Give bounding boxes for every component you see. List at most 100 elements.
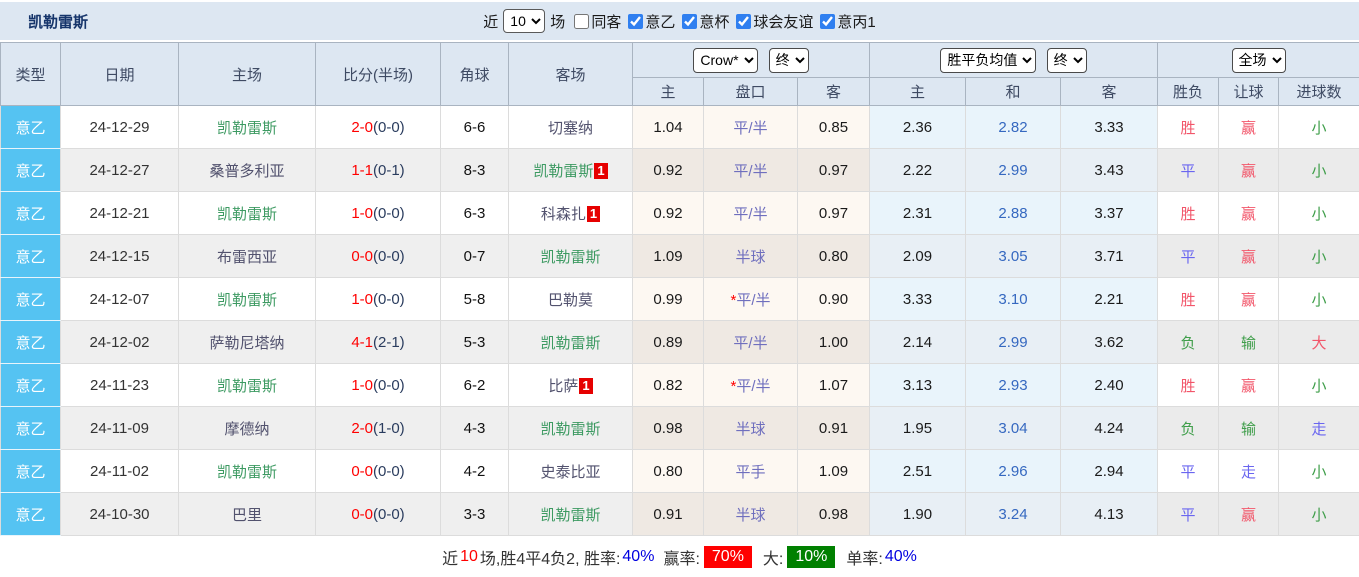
handicap-result-cell: 输 xyxy=(1219,321,1279,364)
result-cell: 平 xyxy=(1158,450,1219,493)
table-row: 意乙24-11-09摩德纳2-0(1-0)4-3凯勒雷斯0.98半球0.911.… xyxy=(1,407,1359,450)
home-team-name[interactable]: 桑普多利亚 xyxy=(209,163,284,180)
away-team-name[interactable]: 科森扎 xyxy=(541,206,586,223)
col-header-odds-away: 客 xyxy=(798,78,870,106)
home-team-cell[interactable]: 布雷西亚 xyxy=(179,235,316,278)
home-team-cell[interactable]: 凯勒雷斯 xyxy=(179,106,316,149)
away-team-cell[interactable]: 凯勒雷斯 xyxy=(509,321,633,364)
away-team-name[interactable]: 巴勒莫 xyxy=(548,292,593,309)
away-team-cell[interactable]: 史泰比亚 xyxy=(509,450,633,493)
home-team-name[interactable]: 凯勒雷斯 xyxy=(217,120,277,137)
home-team-cell[interactable]: 凯勒雷斯 xyxy=(179,364,316,407)
avg-time-select[interactable]: 终 xyxy=(1047,48,1087,73)
away-team-name[interactable]: 凯勒雷斯 xyxy=(540,335,600,352)
goals-result-cell: 小 xyxy=(1279,364,1359,407)
odds-home-cell: 0.80 xyxy=(633,450,704,493)
handicap-result-cell: 走 xyxy=(1219,450,1279,493)
handicap-result-cell: 赢 xyxy=(1219,278,1279,321)
league-filter-checkbox[interactable] xyxy=(682,14,697,29)
date-cell: 24-12-29 xyxy=(61,106,179,149)
odds-company-select[interactable]: Crow* xyxy=(693,48,758,73)
away-team-name[interactable]: 凯勒雷斯 xyxy=(540,421,600,438)
avg-draw-cell: 2.88 xyxy=(966,192,1061,235)
home-team-name[interactable]: 凯勒雷斯 xyxy=(217,292,277,309)
home-team-cell[interactable]: 巴里 xyxy=(179,493,316,536)
handicap-cell: *平/半 xyxy=(704,278,798,321)
avg-home-cell: 1.95 xyxy=(870,407,966,450)
league-filter-checkbox[interactable] xyxy=(820,14,835,29)
home-team-cell[interactable]: 萨勒尼塔纳 xyxy=(179,321,316,364)
avg-draw-cell: 2.99 xyxy=(966,321,1061,364)
score-cell: 4-1(2-1) xyxy=(316,321,441,364)
league-filter-checkbox[interactable] xyxy=(736,14,751,29)
fulltime-score: 0-0 xyxy=(351,463,373,480)
away-team-cell[interactable]: 巴勒莫 xyxy=(509,278,633,321)
away-team-name[interactable]: 凯勒雷斯 xyxy=(533,163,593,180)
home-team-cell[interactable]: 凯勒雷斯 xyxy=(179,192,316,235)
halftime-score: (0-0) xyxy=(373,205,405,222)
home-team-name[interactable]: 巴里 xyxy=(232,507,262,524)
home-team-name[interactable]: 萨勒尼塔纳 xyxy=(209,335,284,352)
home-team-cell[interactable]: 凯勒雷斯 xyxy=(179,278,316,321)
col-header-away: 客场 xyxy=(509,43,633,106)
league-filter-checkbox[interactable] xyxy=(628,14,643,29)
summary-prefix: 近 xyxy=(442,545,458,569)
away-team-name[interactable]: 凯勒雷斯 xyxy=(540,249,600,266)
away-team-cell[interactable]: 凯勒雷斯 xyxy=(509,235,633,278)
away-team-cell[interactable]: 比萨1 xyxy=(509,364,633,407)
handicap-value: 平/半 xyxy=(733,163,767,180)
avg-type-select[interactable]: 胜平负均值 xyxy=(940,48,1036,73)
score-cell: 0-0(0-0) xyxy=(316,235,441,278)
fulltime-score: 2-0 xyxy=(351,119,373,136)
away-team-name[interactable]: 比萨 xyxy=(548,378,578,395)
avg-home-cell: 2.14 xyxy=(870,321,966,364)
col-header-type: 类型 xyxy=(1,43,61,106)
odds-home-cell: 0.91 xyxy=(633,493,704,536)
fulltime-score: 2-0 xyxy=(351,420,373,437)
result-cell: 胜 xyxy=(1158,192,1219,235)
halftime-score: (1-0) xyxy=(373,420,405,437)
recent-count-select[interactable]: 10 xyxy=(503,9,545,33)
avg-home-cell: 3.33 xyxy=(870,278,966,321)
score-cell: 1-0(0-0) xyxy=(316,364,441,407)
table-row: 意乙24-12-21凯勒雷斯1-0(0-0)6-3科森扎10.92平/半0.97… xyxy=(1,192,1359,235)
home-team-name[interactable]: 凯勒雷斯 xyxy=(217,378,277,395)
handicap-cell: 平/半 xyxy=(704,106,798,149)
odds-time-select[interactable]: 终 xyxy=(769,48,809,73)
avg-draw-cell: 2.96 xyxy=(966,450,1061,493)
summary-footer: 近10场,胜4平4负2, 胜率:40% 赢率:70% 大:10% 单率:40% xyxy=(0,536,1359,577)
away-team-cell[interactable]: 凯勒雷斯 xyxy=(509,407,633,450)
home-team-name[interactable]: 凯勒雷斯 xyxy=(217,206,277,223)
odds-away-cell: 0.98 xyxy=(798,493,870,536)
result-cell: 胜 xyxy=(1158,278,1219,321)
red-card-badge: 1 xyxy=(594,163,607,179)
same-away-checkbox[interactable] xyxy=(574,14,589,29)
halftime-score: (0-0) xyxy=(373,506,405,523)
away-team-cell[interactable]: 切塞纳 xyxy=(509,106,633,149)
result-cell: 胜 xyxy=(1158,364,1219,407)
avg-away-cell: 3.33 xyxy=(1061,106,1158,149)
away-team-cell[interactable]: 科森扎1 xyxy=(509,192,633,235)
col-header-goals: 进球数 xyxy=(1279,78,1359,106)
away-team-cell[interactable]: 凯勒雷斯 xyxy=(509,493,633,536)
score-cell: 0-0(0-0) xyxy=(316,493,441,536)
handicap-result-cell: 输 xyxy=(1219,407,1279,450)
goals-result-cell: 小 xyxy=(1279,450,1359,493)
home-team-name[interactable]: 摩德纳 xyxy=(224,421,269,438)
away-team-name[interactable]: 切塞纳 xyxy=(548,120,593,137)
home-team-name[interactable]: 布雷西亚 xyxy=(217,249,277,266)
away-team-name[interactable]: 史泰比亚 xyxy=(540,464,600,481)
home-team-cell[interactable]: 摩德纳 xyxy=(179,407,316,450)
home-team-cell[interactable]: 凯勒雷斯 xyxy=(179,450,316,493)
away-team-cell[interactable]: 凯勒雷斯1 xyxy=(509,149,633,192)
league-filter-group: 意乙意杯球会友谊意丙1 xyxy=(622,11,876,32)
result-cell: 负 xyxy=(1158,407,1219,450)
away-team-name[interactable]: 凯勒雷斯 xyxy=(540,507,600,524)
halftime-score: (2-1) xyxy=(373,334,405,351)
fulltime-score: 1-0 xyxy=(351,291,373,308)
scope-select[interactable]: 全场 xyxy=(1232,48,1286,73)
home-team-cell[interactable]: 桑普多利亚 xyxy=(179,149,316,192)
date-cell: 24-10-30 xyxy=(61,493,179,536)
home-team-name[interactable]: 凯勒雷斯 xyxy=(217,464,277,481)
odds-home-cell: 0.99 xyxy=(633,278,704,321)
